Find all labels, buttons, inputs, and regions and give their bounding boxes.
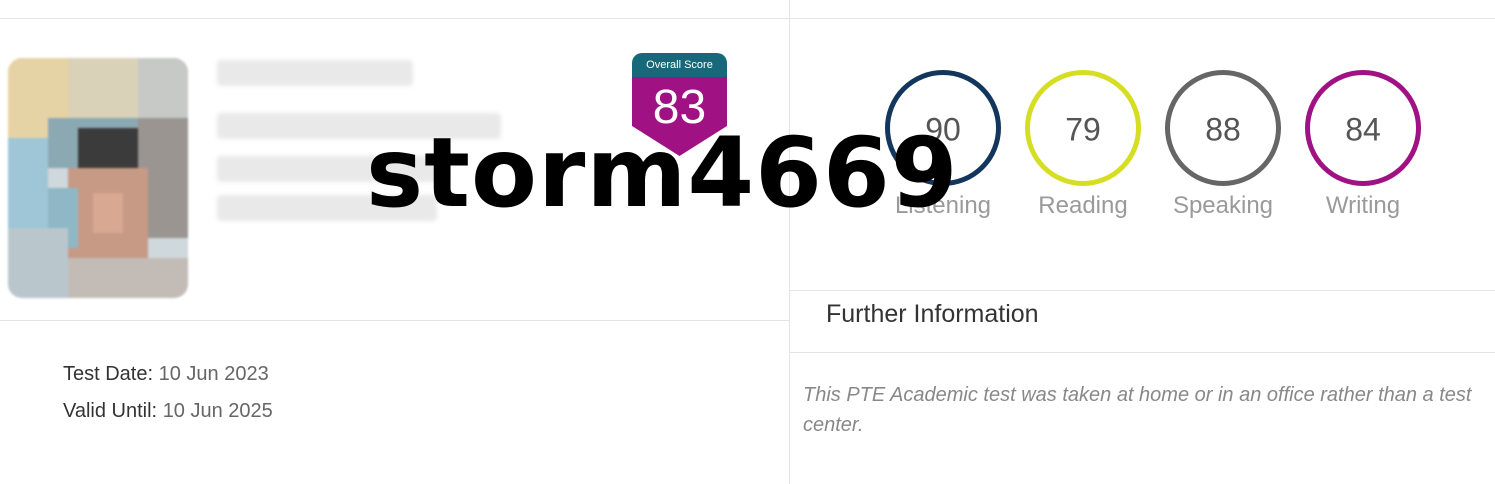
writing-score: 84: [1345, 111, 1381, 148]
speaking-label: Speaking: [1172, 192, 1274, 219]
redacted-name: [217, 60, 413, 86]
valid-until-label: Valid Until:: [63, 400, 158, 422]
skill-writing: 84 Writing: [1298, 70, 1428, 220]
center-divider: [789, 0, 790, 484]
test-date-value: 10 Jun 2023: [158, 363, 269, 385]
valid-until: Valid Until: 10 Jun 2025: [63, 400, 273, 423]
reading-label: Reading: [1038, 192, 1128, 219]
writing-label: Writing: [1325, 192, 1401, 219]
speaking-score: 88: [1205, 111, 1241, 148]
further-information-text: This PTE Academic test was taken at home…: [803, 384, 1472, 436]
further-top-divider: [790, 290, 1495, 291]
further-information-heading: Further Information: [826, 300, 1039, 328]
valid-until-value: 10 Jun 2025: [162, 400, 273, 422]
overall-score-caption: Overall Score: [632, 53, 727, 77]
avatar: [8, 58, 188, 298]
test-date-label: Test Date:: [63, 363, 154, 385]
further-bottom-divider: [790, 352, 1495, 353]
skill-reading: 79 Reading: [1018, 70, 1148, 220]
speaking-ring: 88: [1165, 70, 1281, 186]
skill-speaking: 88 Speaking: [1158, 70, 1288, 220]
reading-ring: 79: [1025, 70, 1141, 186]
test-date: Test Date: 10 Jun 2023: [63, 363, 269, 386]
left-section-divider: [0, 320, 789, 321]
reading-score: 79: [1065, 111, 1101, 148]
watermark-text: storm4669: [366, 117, 959, 229]
writing-ring: 84: [1305, 70, 1421, 186]
top-divider: [0, 18, 1495, 19]
